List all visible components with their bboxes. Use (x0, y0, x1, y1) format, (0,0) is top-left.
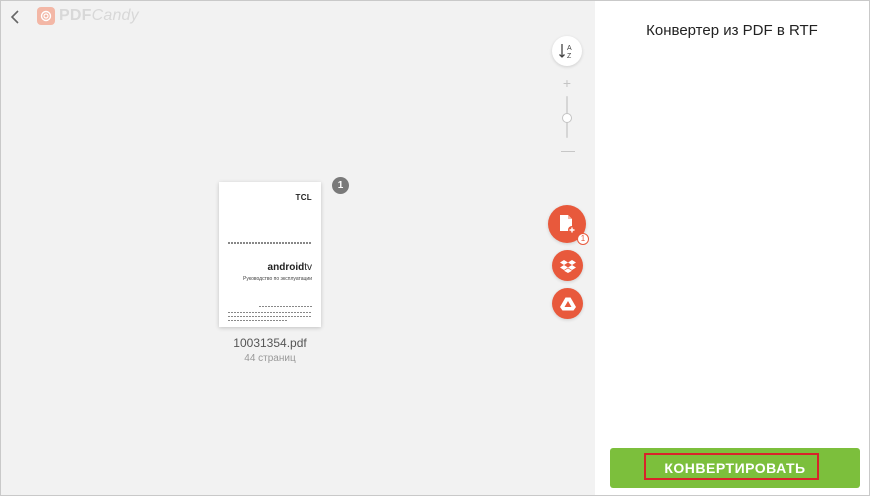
sort-a-z-icon: A Z (559, 44, 572, 60)
thumb-text-line (228, 312, 312, 313)
google-drive-icon (559, 297, 576, 310)
zoom-out-button[interactable]: — (561, 143, 575, 157)
thumb-brand: TCL (295, 193, 312, 202)
file-order-badge: 1 (332, 177, 349, 194)
sort-button[interactable]: A Z (552, 36, 582, 66)
side-panel (595, 1, 869, 495)
svg-text:A: A (567, 45, 572, 52)
add-file-count-badge: 1 (577, 233, 589, 245)
logo-text: PDFCandy (59, 7, 139, 24)
back-button[interactable] (8, 7, 22, 27)
thumb-text-line (259, 306, 312, 307)
dropbox-icon (559, 259, 576, 273)
thumb-text-line (228, 242, 312, 244)
thumb-text-line (228, 320, 288, 321)
candy-logo-icon (37, 7, 55, 25)
google-drive-button[interactable] (552, 288, 583, 319)
thumb-title: androidtv (267, 262, 312, 273)
zoom-in-button[interactable]: + (561, 76, 573, 90)
pdf-file-thumbnail[interactable]: TCL androidtv Руководство по эксплуатаци… (219, 182, 321, 327)
convert-button-label: КОНВЕРТИРОВАТЬ (664, 460, 806, 476)
chevron-left-icon (10, 10, 19, 24)
thumb-text-line (228, 316, 312, 317)
logo[interactable]: PDFCandy (37, 7, 139, 25)
dropbox-button[interactable] (552, 250, 583, 281)
file-page-count: 44 страниц (244, 353, 296, 364)
file-plus-icon (560, 215, 576, 234)
convert-button[interactable]: КОНВЕРТИРОВАТЬ (610, 448, 860, 488)
thumb-subtitle: Руководство по эксплуатации (243, 276, 312, 282)
zoom-slider-thumb[interactable] (562, 113, 572, 123)
file-name: 10031354.pdf (233, 336, 307, 350)
svg-text:Z: Z (567, 53, 572, 60)
panel-title: Конвертер из PDF в RTF (646, 22, 818, 39)
